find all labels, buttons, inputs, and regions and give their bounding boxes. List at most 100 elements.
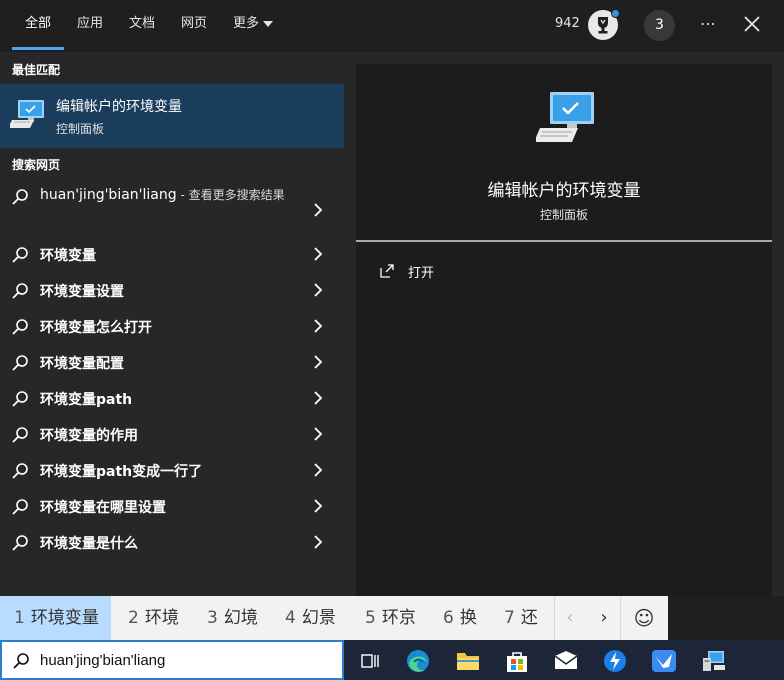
tab-label: 应用 xyxy=(77,16,104,31)
tab-all[interactable]: 全部 xyxy=(12,0,65,52)
chevron-right-icon xyxy=(314,355,323,369)
search-icon xyxy=(12,247,28,263)
candidate-number: 5 xyxy=(365,608,376,628)
caret-down-icon xyxy=(263,20,274,27)
candidate-text: 换 xyxy=(459,608,477,628)
suggestion-label: 环境变量怎么打开 xyxy=(40,320,152,336)
web-search-suggestion[interactable]: 环境变量 xyxy=(0,236,344,272)
chevron-right-icon xyxy=(314,391,323,405)
more-options-icon[interactable]: ⋯ xyxy=(700,14,717,33)
web-search-suggestion[interactable]: 环境变量设置 xyxy=(0,272,344,308)
web-search-suggestion[interactable]: 环境变量path xyxy=(0,380,344,416)
chevron-right-icon xyxy=(314,535,323,549)
candidate-text: 幻境 xyxy=(223,608,258,628)
feishu-app-icon[interactable] xyxy=(650,648,678,674)
search-icon xyxy=(12,535,28,551)
preview-card: 编辑帐户的环境变量 控制面板 打开 xyxy=(356,64,772,596)
suggestion-label: 环境变量path xyxy=(40,392,133,408)
top-bar: 全部 应用 文档 网页 更多 942 3 ⋯ xyxy=(0,0,784,52)
trophy-icon xyxy=(598,17,608,34)
candidate-text: 环境 xyxy=(144,608,179,628)
ime-candidate-6[interactable]: 6换 xyxy=(443,596,477,640)
web-search-suggestion[interactable]: 环境变量是什么 xyxy=(0,524,344,560)
search-icon xyxy=(13,653,29,669)
control-panel-icon[interactable] xyxy=(700,648,728,674)
ime-candidate-5[interactable]: 5 环京 xyxy=(365,596,416,640)
query-suffix: - 查看更多搜索结果 xyxy=(176,188,285,202)
file-explorer-icon[interactable] xyxy=(454,648,482,674)
tab-apps[interactable]: 应用 xyxy=(77,0,103,52)
suggestion-label: 环境变量的作用 xyxy=(40,428,138,444)
tab-documents[interactable]: 文档 xyxy=(129,0,155,52)
tab-label: 更多 xyxy=(233,16,260,31)
close-icon[interactable] xyxy=(742,14,762,34)
best-match-title: 编辑帐户的环境变量 xyxy=(56,99,182,115)
web-search-suggestion[interactable]: 环境变量path变成一行了 xyxy=(0,452,344,488)
best-match-item[interactable]: 编辑帐户的环境变量 控制面板 xyxy=(0,84,344,148)
tab-label: 文档 xyxy=(129,16,156,31)
search-icon xyxy=(12,319,28,335)
candidate-text: 环境变量 xyxy=(30,608,99,628)
candidate-number: 7 xyxy=(504,608,515,628)
web-search-suggestion[interactable]: 环境变量的作用 xyxy=(0,416,344,452)
microsoft-store-icon[interactable] xyxy=(503,648,531,674)
open-label: 打开 xyxy=(408,266,435,281)
web-search-suggestion[interactable]: 环境变量怎么打开 xyxy=(0,308,344,344)
chevron-right-icon xyxy=(314,247,323,261)
search-icon xyxy=(12,283,28,299)
chevron-right-icon xyxy=(314,283,323,297)
candidate-number: 1 xyxy=(14,608,25,628)
divider xyxy=(356,240,772,242)
ime-candidate-4[interactable]: 4 幻景 xyxy=(285,596,336,640)
rewards-points: 942 xyxy=(555,16,580,31)
tab-web[interactable]: 网页 xyxy=(181,0,207,52)
search-input[interactable]: huan'jing'bian'liang xyxy=(40,652,165,669)
web-result-more[interactable]: huan'jing'bian'liang - 查看更多搜索结果 xyxy=(0,182,344,238)
ime-candidate-7[interactable]: 7还 xyxy=(504,596,538,640)
computer-settings-icon xyxy=(10,100,44,128)
chevron-right-icon xyxy=(314,427,323,441)
web-search-suggestion[interactable]: 环境变量配置 xyxy=(0,344,344,380)
candidate-number: 2 xyxy=(128,608,139,628)
suggestion-label: 环境变量配置 xyxy=(40,356,124,372)
suggestion-label: 环境变量在哪里设置 xyxy=(40,500,166,516)
emoji-icon[interactable]: ☺ xyxy=(620,596,668,640)
web-result-label: huan'jing'bian'liang - 查看更多搜索结果 xyxy=(40,186,300,204)
preview-title: 编辑帐户的环境变量 xyxy=(487,181,641,201)
notification-dot xyxy=(611,9,620,18)
tab-label: 全部 xyxy=(25,16,52,31)
account-badge[interactable]: 3 xyxy=(644,10,675,41)
ime-candidate-2[interactable]: 2 环境 xyxy=(128,596,179,640)
chevron-right-icon xyxy=(314,499,323,513)
candidate-text: 幻景 xyxy=(301,608,336,628)
chevron-right-icon xyxy=(314,319,323,333)
ime-prev-page-icon[interactable]: ‹ xyxy=(554,596,586,640)
suggestion-label: 环境变量是什么 xyxy=(40,536,138,552)
search-icon xyxy=(12,391,28,407)
web-search-suggestion[interactable]: 环境变量在哪里设置 xyxy=(0,488,344,524)
task-view-icon[interactable] xyxy=(356,648,384,674)
thunder-download-icon[interactable] xyxy=(601,648,629,674)
candidate-number: 3 xyxy=(207,608,218,628)
results-panel: 最佳匹配 编辑帐户的环境变量 控制面板 搜索网页 huan'jing'bian'… xyxy=(0,52,344,596)
tab-more[interactable]: 更多 xyxy=(233,0,274,52)
ime-candidate-1[interactable]: 1 环境变量 xyxy=(0,596,111,640)
preview-panel: 编辑帐户的环境变量 控制面板 打开 xyxy=(344,52,784,596)
taskbar-search-box[interactable]: huan'jing'bian'liang xyxy=(0,640,344,680)
computer-settings-icon xyxy=(536,92,594,142)
mail-icon[interactable] xyxy=(552,648,580,674)
ime-next-page-icon[interactable]: › xyxy=(588,596,620,640)
search-icon xyxy=(12,355,28,371)
web-search-heading: 搜索网页 xyxy=(12,158,61,172)
ime-candidate-3[interactable]: 3 幻境 xyxy=(207,596,258,640)
best-match-heading: 最佳匹配 xyxy=(12,63,61,77)
search-icon xyxy=(12,463,28,479)
chevron-right-icon xyxy=(314,463,323,477)
candidate-number: 4 xyxy=(285,608,296,628)
open-external-icon xyxy=(380,264,394,278)
active-tab-indicator xyxy=(12,47,65,50)
edge-browser-icon[interactable] xyxy=(404,648,432,674)
suggestion-label: 环境变量 xyxy=(40,248,96,264)
ime-candidate-bar: 1 环境变量 2 环境 3 幻境 4 幻景 5 环京 6换 7还 ‹ › ☺ xyxy=(0,596,668,640)
suggestion-label: 环境变量path变成一行了 xyxy=(40,464,203,480)
